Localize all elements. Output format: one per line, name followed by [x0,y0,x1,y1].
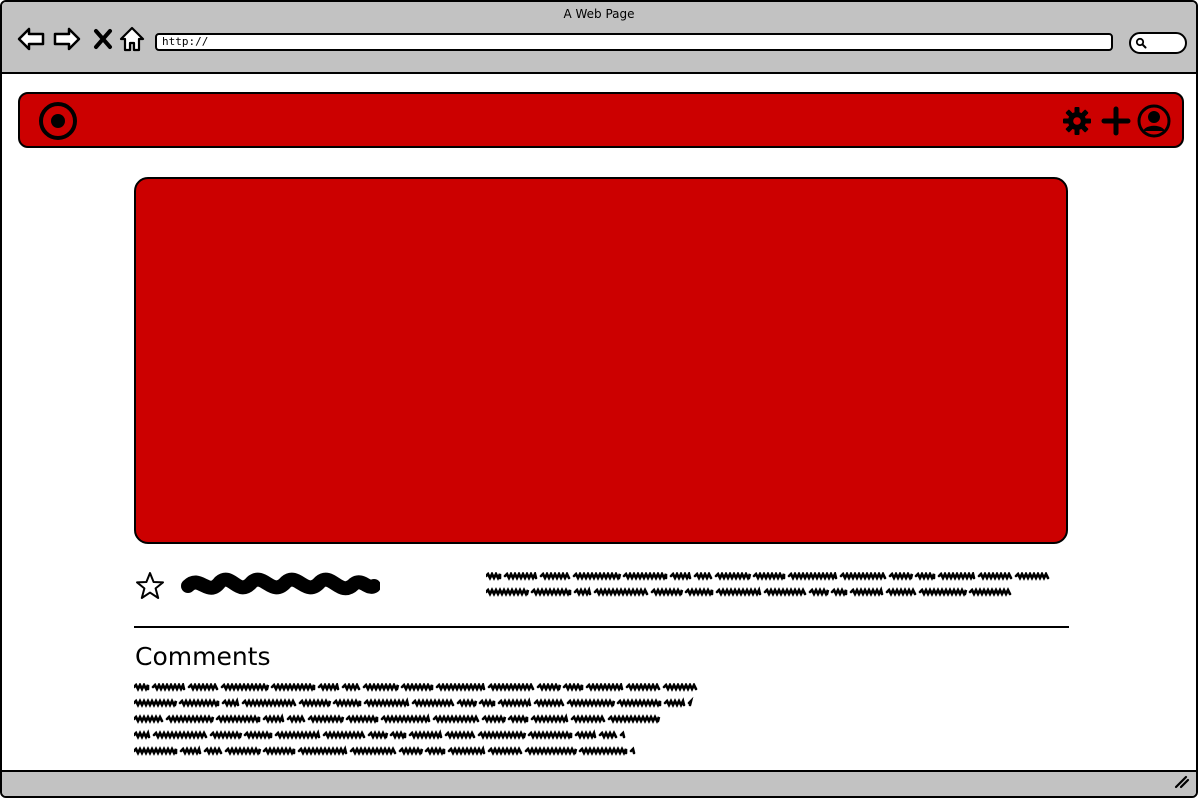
post-title-scribble [180,568,381,606]
section-divider [134,626,1069,628]
user-avatar-icon[interactable] [1137,104,1171,138]
placeholder-text-line [134,713,661,724]
url-input[interactable]: http:// [155,33,1113,51]
post-description-placeholder [486,572,1050,602]
home-icon[interactable] [117,24,147,54]
status-bar [2,770,1196,796]
close-x-icon[interactable] [88,24,118,54]
plus-icon[interactable] [1101,106,1131,136]
resize-handle-icon[interactable] [1172,773,1190,793]
hero-image-placeholder [134,177,1068,544]
target-logo-icon[interactable] [38,101,78,145]
search-icon [1135,37,1147,49]
back-arrow-icon[interactable] [16,24,46,54]
placeholder-text-line [134,683,698,692]
placeholder-text-line [134,745,636,756]
gear-icon[interactable] [1062,106,1092,136]
comments-heading: Comments [135,642,271,671]
placeholder-text-line [486,586,1012,597]
placeholder-text-line [486,572,1050,581]
app-header-bar [18,92,1184,148]
browser-window: A Web Page http:// Comments [0,0,1198,798]
comment-text-placeholder [134,683,700,759]
placeholder-text-line [134,696,694,708]
placeholder-text-line [134,729,626,740]
window-title: A Web Page [563,7,635,21]
browser-chrome: A Web Page http:// [2,2,1196,74]
search-box[interactable] [1129,32,1187,54]
star-icon[interactable] [134,570,166,606]
forward-arrow-icon[interactable] [52,24,82,54]
